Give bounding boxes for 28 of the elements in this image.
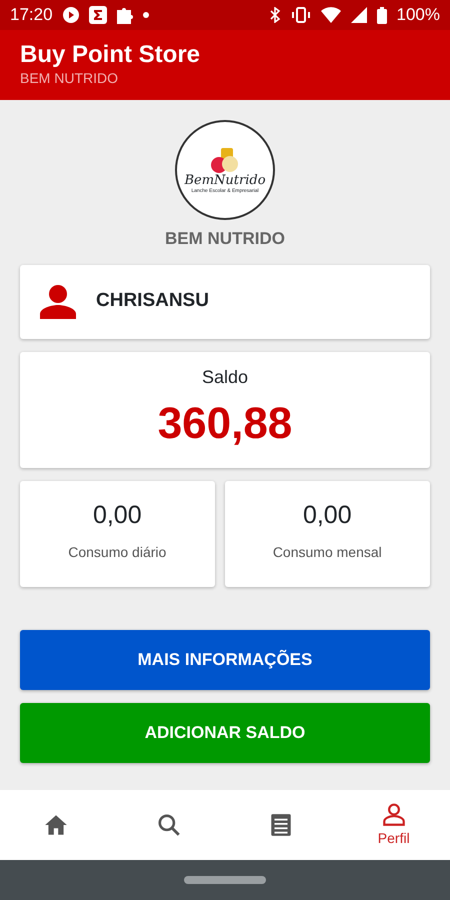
wifi-icon <box>320 7 341 23</box>
vibrate-icon <box>290 7 311 23</box>
more-info-button[interactable]: MAIS INFORMAÇÕES <box>20 630 430 690</box>
search-icon <box>156 812 182 838</box>
person-icon <box>40 284 76 318</box>
signal-icon <box>350 7 367 23</box>
add-balance-button[interactable]: ADICIONAR SALDO <box>20 702 430 762</box>
logo-title: BemNutrido <box>184 174 266 188</box>
app-subtitle: BEM NUTRIDO <box>20 69 119 88</box>
stat-value: 0,00 <box>302 500 353 530</box>
home-handle[interactable] <box>184 876 266 884</box>
battery-icon <box>376 6 387 24</box>
puzzle-icon <box>116 6 133 24</box>
balance-label: Saldo <box>200 366 250 388</box>
dot-icon <box>142 12 149 18</box>
bluetooth-icon <box>268 7 281 23</box>
user-name: CHRISANSU <box>96 289 209 314</box>
store-name: BEM NUTRIDO <box>165 228 285 250</box>
balance-value: 360,88 <box>156 398 294 450</box>
battery-percent: 100% <box>396 4 440 26</box>
sigma-icon <box>88 6 107 24</box>
stat-value: 0,00 <box>92 500 143 530</box>
profile-icon <box>380 802 407 828</box>
play-icon <box>62 7 79 23</box>
stat-label: Consumo mensal <box>272 543 383 562</box>
app-title: Buy Point Store <box>20 42 202 68</box>
stat-label: Consumo diário <box>67 543 168 562</box>
status-time: 17:20 <box>10 4 53 26</box>
